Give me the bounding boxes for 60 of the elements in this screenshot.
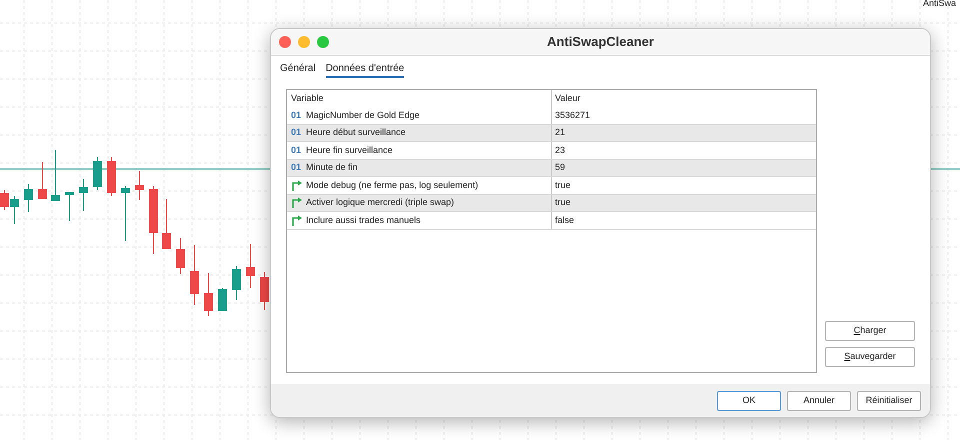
candle	[107, 156, 116, 196]
footer-button[interactable]: Annuler	[787, 390, 851, 410]
candle	[260, 272, 269, 310]
candle	[246, 244, 255, 288]
table-cell-text: 23	[554, 144, 566, 156]
candle	[51, 150, 60, 202]
table-cell: MagicNumber de Gold Edge	[306, 108, 420, 122]
candle	[162, 198, 171, 249]
table-cell-text: true	[554, 178, 572, 192]
candle	[176, 238, 185, 274]
table-cell-text: Heure fin surveillance	[306, 144, 393, 156]
table-cell-text: Activer logique mercredi (triple swap)	[306, 196, 454, 209]
candle	[93, 156, 102, 190]
tab[interactable]: Général	[280, 61, 316, 78]
candle	[38, 162, 47, 200]
tab[interactable]: Données d'entrée	[326, 61, 404, 78]
candle	[10, 196, 19, 224]
table-cell-text: Minute de fin	[306, 161, 358, 174]
bent-arrow-icon	[291, 214, 303, 226]
footer-button[interactable]: OK	[717, 390, 781, 410]
candle	[0, 190, 9, 210]
table-cell-text: true	[554, 196, 572, 209]
bent-arrow-icon	[291, 180, 303, 191]
table-cell-text: 59	[554, 161, 566, 174]
table-cell-text: Heure début surveillance	[306, 126, 406, 139]
side-button[interactable]: Charger	[825, 321, 915, 341]
integer-type-icon: 01	[291, 110, 303, 120]
candle	[24, 184, 33, 212]
bent-arrow-icon	[291, 197, 303, 208]
table-row[interactable]: 01 Minute de fin 59	[287, 160, 816, 177]
integer-type-icon: 01	[291, 163, 303, 172]
candle	[232, 266, 241, 300]
table-cell-text: Inclure aussi trades manuels	[306, 214, 421, 226]
table-cell-text: 3536271	[554, 108, 592, 122]
footer-button[interactable]: Réinitialiser	[857, 390, 921, 410]
candle	[190, 244, 199, 306]
candle	[121, 186, 130, 242]
table-cell-text: 21	[554, 126, 566, 139]
column-header: Valeur	[554, 92, 582, 105]
table-row[interactable]: 01 Heure début surveillance 21	[287, 124, 816, 142]
candle	[79, 178, 88, 212]
table-row[interactable]: Inclure aussi trades manuels false	[287, 212, 816, 230]
maximize-icon[interactable]	[317, 36, 329, 48]
table-row[interactable]: Activer logique mercredi (triple swap) true	[287, 194, 816, 212]
candle	[204, 272, 213, 316]
candle	[135, 170, 144, 200]
candle	[149, 186, 158, 254]
close-icon[interactable]	[279, 36, 291, 48]
table-cell: Mode debug (ne ferme pas, log seulement)	[306, 178, 478, 192]
table-row[interactable]: Mode debug (ne ferme pas, log seulement) true	[287, 177, 816, 194]
window-title: AntiSwapCleaner	[547, 33, 654, 52]
table-row[interactable]: 01 Heure fin surveillance 23	[287, 142, 816, 160]
candle	[65, 192, 74, 222]
integer-type-icon: 01	[291, 146, 303, 155]
minimize-icon[interactable]	[298, 36, 310, 48]
integer-type-icon: 01	[291, 128, 303, 138]
table-cell-text: false	[554, 214, 576, 226]
side-button[interactable]: Sauvegarder	[825, 347, 915, 367]
table-row[interactable]: 01 MagicNumber de Gold Edge 3536271	[287, 107, 816, 124]
candle	[218, 288, 227, 312]
